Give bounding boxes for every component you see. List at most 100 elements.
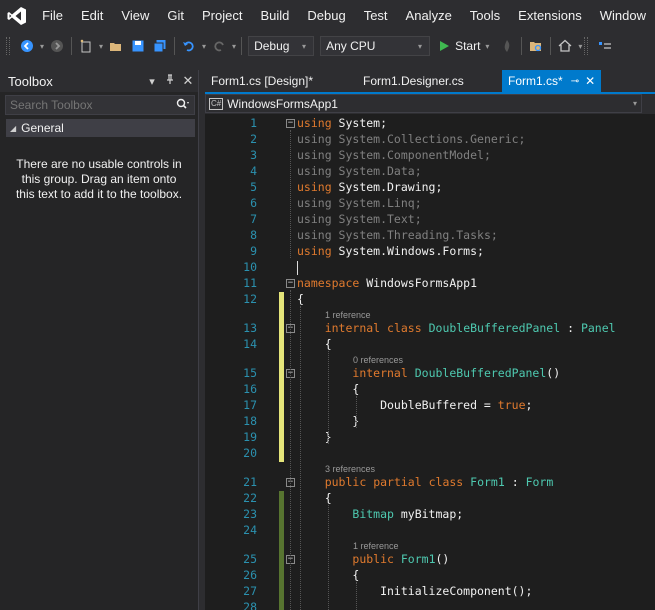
solution-configuration-select[interactable]: Debug ▾ [248,36,315,56]
new-project-icon[interactable] [75,35,97,57]
line-number: 4 [250,164,257,178]
code-line[interactable]: 5 using System.Drawing; [205,180,655,196]
code-line[interactable]: 7 using System.Text; [205,212,655,228]
tab-form1-designer[interactable]: Form1.Designer.cs [357,70,502,92]
code-line[interactable]: 27 InitializeComponent(); [205,584,655,600]
code-line[interactable]: 16 { [205,382,655,398]
code-line[interactable]: 9 using System.Windows.Forms; [205,244,655,260]
code-line[interactable]: 12 { [205,292,655,308]
undo-dropdown-icon[interactable]: ▾ [202,42,206,51]
code-line[interactable]: 28 [205,600,655,610]
code-line[interactable]: 6 using System.Linq; [205,196,655,212]
toolbox-empty-message[interactable]: There are no usable controls in this gro… [0,157,198,202]
change-indicator [279,292,284,462]
line-number: 20 [243,446,257,460]
toolbar-grip[interactable] [584,37,589,55]
code-line[interactable]: 3 using System.ComponentModel; [205,148,655,164]
window-position-dropdown-icon[interactable]: ▾ [144,75,160,88]
code-text: using System.Data; [297,164,422,178]
tab-form1-design[interactable]: Form1.cs [Design]* [205,70,357,92]
code-line[interactable]: 15 internal DoubleBufferedPanel() [205,366,655,382]
solution-platform-select[interactable]: Any CPU ▾ [320,36,431,56]
code-text: DoubleBuffered = true; [297,398,532,412]
code-line[interactable]: 24 [205,523,655,539]
code-line[interactable]: 25 public Form1() [205,552,655,568]
fold-toggle-icon[interactable]: − [286,279,295,288]
menu-project[interactable]: Project [193,0,251,32]
code-token: () [435,552,450,566]
menu-file[interactable]: File [33,0,72,32]
menu-extensions[interactable]: Extensions [509,0,591,32]
save-icon[interactable] [127,35,149,57]
codelens-references[interactable]: 1 reference [353,541,399,551]
code-token: Bitmap [352,507,394,521]
code-editor[interactable]: 1 using System; 2 using System.Collections.… [205,114,655,610]
start-debugging-button[interactable]: Start ▾ [433,35,496,57]
redo-icon[interactable] [208,35,230,57]
code-token: namespace [297,276,360,290]
line-number: 2 [250,132,257,146]
tab-form1-cs[interactable]: Form1.cs* ⊸ ✕ [502,70,602,92]
menu-debug[interactable]: Debug [298,0,354,32]
undo-icon[interactable] [178,35,200,57]
code-token: Form1 [400,552,436,566]
code-line[interactable]: 2 using System.Collections.Generic; [205,132,655,148]
home-icon[interactable] [554,35,576,57]
code-line[interactable]: 13 internal class DoubleBufferedPanel : … [205,321,655,337]
menu-build[interactable]: Build [251,0,298,32]
menu-tools[interactable]: Tools [461,0,509,32]
code-line[interactable]: 14 { [205,337,655,353]
pin-icon[interactable] [162,74,178,88]
back-arrow-icon[interactable] [16,35,38,57]
menu-view[interactable]: View [112,0,158,32]
codelens-references[interactable]: 3 references [325,464,375,474]
toolbox-search-input[interactable] [10,98,176,112]
save-all-icon[interactable] [149,35,171,57]
redo-dropdown-icon[interactable]: ▾ [232,42,236,51]
code-line[interactable]: 1 using System; [205,116,655,132]
toolbox-group-general[interactable]: ◢ General [6,119,195,137]
code-line[interactable]: 10 [205,260,655,276]
codelens-references[interactable]: 1 reference [325,310,371,320]
menu-edit[interactable]: Edit [72,0,112,32]
code-line[interactable]: 20 [205,446,655,462]
back-dropdown-icon[interactable]: ▾ [40,42,44,51]
find-in-files-icon[interactable] [525,35,547,57]
codelens-references[interactable]: 0 references [353,355,403,365]
visual-studio-logo-icon[interactable] [0,0,33,32]
hot-reload-icon[interactable] [496,35,518,57]
code-line[interactable]: 21 public partial class Form1 : Form [205,475,655,491]
close-icon[interactable]: ✕ [585,74,595,88]
forward-arrow-icon[interactable] [46,35,68,57]
code-token: partial [373,475,422,489]
code-token: Form1 [470,475,505,489]
menu-test[interactable]: Test [355,0,397,32]
code-token: Form [525,475,554,489]
layout-icon[interactable] [594,35,616,57]
line-number: 1 [250,116,257,130]
code-line[interactable]: 26 { [205,568,655,584]
menu-analyze[interactable]: Analyze [397,0,461,32]
code-line[interactable]: 23 Bitmap myBitmap; [205,507,655,523]
code-line[interactable]: 8 using System.Threading.Tasks; [205,228,655,244]
code-line[interactable]: 19 } [205,430,655,446]
toolbar-grip[interactable] [6,37,10,55]
code-line[interactable]: 22 { [205,491,655,507]
home-dropdown-icon[interactable]: ▾ [578,42,582,51]
navigation-bar-project-select[interactable]: C# WindowsFormsApp1 ▾ [205,94,642,113]
code-line[interactable]: 18 } [205,414,655,430]
code-line[interactable]: 17 DoubleBuffered = true; [205,398,655,414]
code-token: public [352,552,394,566]
open-folder-icon[interactable] [105,35,127,57]
code-line[interactable]: 4 using System.Data; [205,164,655,180]
outline-guide [290,290,291,610]
menu-git[interactable]: Git [158,0,193,32]
new-project-dropdown-icon[interactable]: ▾ [99,42,103,51]
search-icon[interactable] [176,98,190,113]
menu-window[interactable]: Window [591,0,655,32]
code-line[interactable]: 11 namespace WindowsFormsApp1 [205,276,655,292]
pin-icon[interactable]: ⊸ [571,76,579,87]
fold-toggle-icon[interactable]: − [286,119,295,128]
close-icon[interactable]: ✕ [180,73,196,89]
